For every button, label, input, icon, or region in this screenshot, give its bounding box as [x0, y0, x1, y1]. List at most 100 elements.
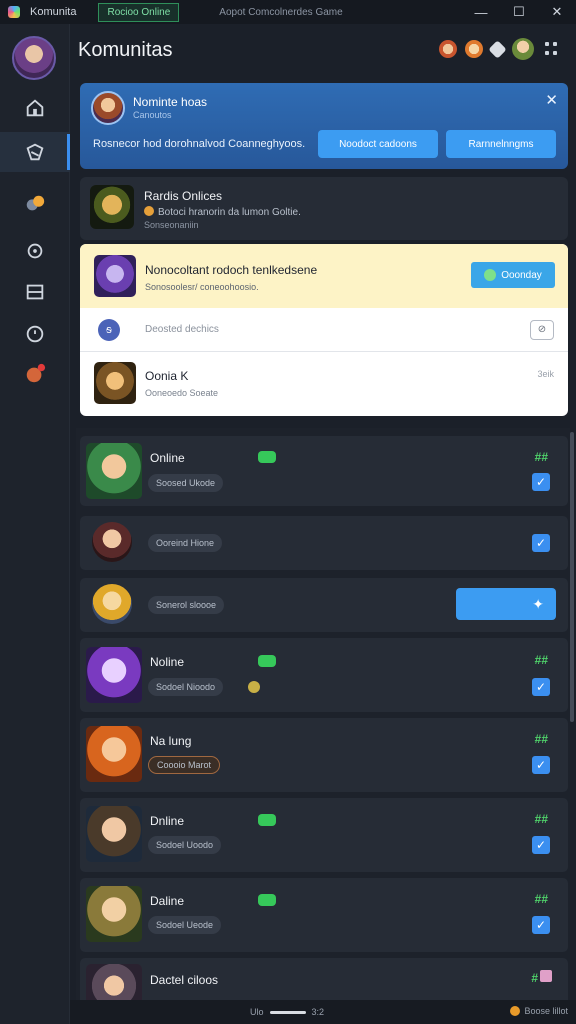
list-item-avatar [86, 726, 142, 782]
list-item-name: Noline [150, 655, 185, 669]
list-item-badge: ## [534, 653, 548, 667]
status-right: Boose lillot [510, 1006, 568, 1016]
highlight-button[interactable]: Ooonday [471, 262, 555, 288]
featured-desc: Botoci hranorin da lumon Goltie. [158, 207, 301, 218]
highlight-subtitle: Sonosoolesr/ coneoohoosio. [145, 282, 259, 292]
pager-right: 3:2 [311, 1007, 325, 1017]
member-meta: 3eik [537, 369, 554, 379]
online-indicator-icon [258, 451, 276, 463]
list-item-checkbox[interactable]: ✓ [532, 678, 550, 696]
tab-active[interactable]: Rocioo Online [98, 2, 180, 22]
list-item[interactable]: Na lung Coooio Marot ## ✓ [80, 718, 568, 792]
grid-menu-icon[interactable] [542, 39, 562, 59]
highlight-avatar [94, 255, 136, 297]
music-note-icon: ᵴ [98, 319, 120, 341]
profile-avatar-icon[interactable] [512, 38, 534, 60]
user-avatar[interactable] [12, 36, 56, 80]
page-title: Komunitas [78, 38, 173, 61]
app-logo-icon [8, 6, 20, 18]
member-name: Oonia K [145, 369, 189, 383]
list-icon [26, 284, 44, 300]
close-button[interactable]: ✕ [538, 0, 576, 24]
list-item-badge: ## [534, 732, 548, 746]
list-item-checkbox[interactable]: ✓ [532, 473, 550, 491]
friend-avatar-icon[interactable] [465, 40, 483, 58]
list-item[interactable]: Online Soosed Ukode ## ✓ [80, 436, 568, 506]
status-dot-icon [510, 1006, 521, 1016]
list-item[interactable]: Dactel ciloos # [80, 958, 568, 1000]
status-text: Boose lillot [524, 1006, 568, 1016]
sidebar-item-history[interactable] [0, 314, 70, 354]
home-icon [26, 99, 44, 117]
list-item-status: Ooreind Hione [148, 534, 223, 552]
sidebar-item-notifications[interactable] [0, 354, 70, 394]
sidebar-item-community[interactable] [0, 132, 70, 172]
notice-primary-button[interactable]: Noodoct cadoons [318, 130, 438, 158]
close-icon[interactable]: ✕ [545, 91, 558, 109]
featured-avatar [90, 185, 134, 229]
list-item[interactable]: Sonerol sloooe ✦ [80, 578, 568, 632]
notice-subtitle: Canoutos [133, 110, 172, 120]
list-item-name: Online [150, 451, 185, 465]
notice-secondary-button[interactable]: Rarnnelnngms [446, 130, 556, 158]
list-item-checkbox[interactable]: ✓ [532, 916, 550, 934]
maximize-button[interactable]: ☐ [500, 0, 538, 24]
list-item-avatar [86, 964, 142, 1000]
title-bar: Komunita Rocioo Online Aopot Comcolnerde… [0, 0, 576, 24]
list-item-avatar [92, 584, 132, 624]
notice-message: Rosnecor hod dorohnalvod Coanneghyoos. [93, 138, 306, 150]
list-item-action-button[interactable]: ✦ [456, 588, 556, 620]
list-item-checkbox[interactable]: ✓ [532, 534, 550, 552]
details-label: Deosted dechics [145, 324, 219, 335]
sidebar-item-list[interactable] [0, 272, 70, 312]
featured-name: Rardis Onlices [144, 189, 223, 203]
highlight-row[interactable]: Nonocoltant rodoch tenlkedsene Sonosoole… [80, 244, 568, 308]
list-item-name: Dactel ciloos [150, 973, 219, 987]
friend-avatar-icon[interactable] [439, 40, 457, 58]
list-item[interactable]: Noline Sodoel Nioodo ## ✓ [80, 638, 568, 712]
list-item-status: Sodoel Nioodo [148, 678, 224, 696]
details-row[interactable]: ᵴ Deosted dechics ⊘ [80, 308, 568, 352]
online-indicator-icon [258, 894, 276, 906]
coin-icon [248, 681, 260, 693]
member-avatar [94, 362, 136, 404]
sidebar-item-settings[interactable] [0, 231, 70, 271]
status-bar: Ulo 3:2 Boose lillot [70, 1000, 576, 1024]
minimize-button[interactable]: — [462, 0, 500, 24]
list-item-name: Daline [150, 894, 185, 908]
list-item-badge: ## [534, 450, 548, 464]
list-item-checkbox[interactable]: ✓ [532, 756, 550, 774]
highlight-title: Nonocoltant rodoch tenlkedsene [145, 263, 318, 277]
tag-icon [540, 970, 552, 982]
list-item-status: Sodoel Ueode [148, 916, 222, 934]
list-item[interactable]: Dnline Sodoel Uoodo ## ✓ [80, 798, 568, 872]
highlight-button-label: Ooonday [501, 269, 542, 281]
list-item[interactable]: Daline Sodoel Ueode ## ✓ [80, 878, 568, 952]
list-item-avatar [92, 522, 132, 562]
list-item-name: Dnline [150, 814, 185, 828]
member-row[interactable]: Oonia K Ooneoedo Soeate 3eik [80, 352, 568, 416]
friends-icon [26, 195, 45, 211]
header: Komunitas [70, 24, 576, 76]
featured-card[interactable]: Rardis Onlices Botoci hranorin da lumon … [80, 177, 568, 240]
coin-icon [144, 206, 154, 216]
list-item-checkbox[interactable]: ✓ [532, 836, 550, 854]
member-subtitle: Ooneoedo Soeate [145, 388, 219, 398]
gift-icon[interactable] [488, 39, 507, 59]
online-indicator-icon [258, 814, 276, 826]
sidebar-item-friends[interactable] [0, 184, 70, 224]
pager-indicator [269, 1011, 306, 1015]
online-indicator-icon [258, 655, 276, 667]
scrollbar[interactable] [570, 432, 574, 722]
list-item[interactable]: Ooreind Hione ✓ [80, 516, 568, 570]
list-item-status: Coooio Marot [148, 756, 221, 774]
community-icon [26, 143, 44, 161]
list-item-avatar [86, 886, 142, 942]
featured-line: Botoci hranorin da lumon Goltie. [144, 206, 301, 218]
pager[interactable]: Ulo 3:2 [250, 1007, 324, 1017]
window-title: Aopot Comcolnerdes Game [219, 6, 343, 18]
details-toggle[interactable]: ⊘ [530, 320, 554, 340]
highlight-panel: Nonocoltant rodoch tenlkedsene Sonosoole… [80, 244, 568, 416]
sidebar-item-home[interactable] [0, 88, 70, 128]
clock-icon [26, 325, 44, 343]
